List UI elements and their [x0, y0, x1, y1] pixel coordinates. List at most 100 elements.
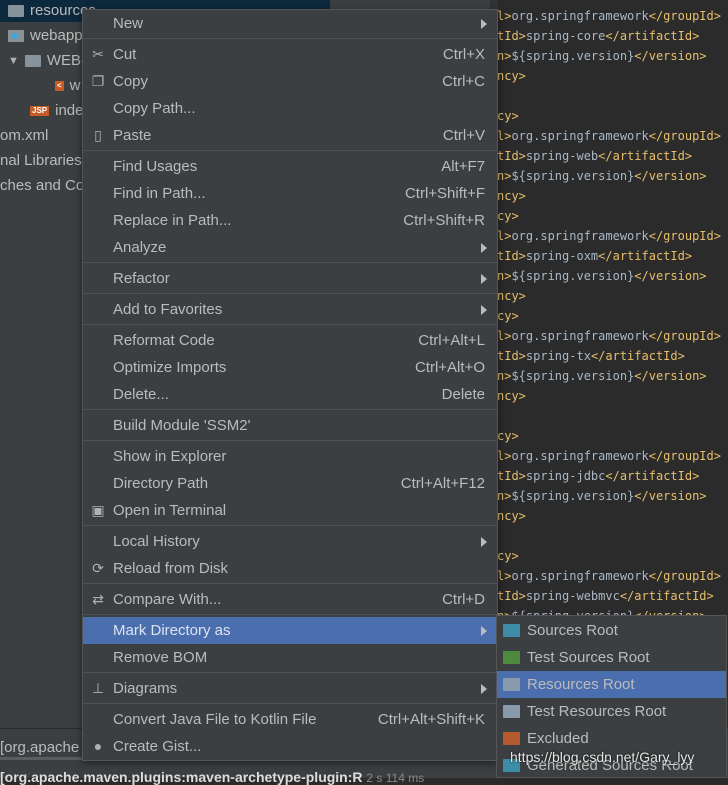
code-line: tId>spring-oxm</artifactId>: [498, 249, 693, 263]
context-menu: New ✂ Cut Ctrl+X ❐ Copy Ctrl+C Copy Path... ▯ Pas…: [82, 9, 498, 761]
compare-icon: ⇄: [92, 591, 104, 607]
code-line: n>${spring.version}</version>: [498, 169, 707, 183]
menu-item-label: Directory Path: [113, 475, 209, 492]
menu-item-label: Reformat Code: [113, 332, 215, 349]
menu-item-delete[interactable]: Delete... Delete: [83, 381, 497, 408]
menu-item-local-history[interactable]: Local History: [83, 528, 497, 555]
tree-item-label: inde: [55, 102, 84, 119]
code-line: cy>: [498, 309, 519, 323]
submenu-item-label: Test Resources Root: [527, 703, 667, 720]
folder-icon: [503, 705, 520, 718]
menu-item-mark-directory-as[interactable]: Mark Directory as: [83, 617, 497, 644]
code-line: cy>: [498, 209, 519, 223]
menu-item-label: Create Gist...: [113, 738, 202, 755]
menu-item-label: Mark Directory as: [113, 622, 231, 639]
menu-item-label: Reload from Disk: [113, 560, 229, 577]
shortcut: Ctrl+X: [442, 46, 485, 63]
tree-item-webapp[interactable]: webapp: [8, 25, 83, 47]
code-line: tId>spring-web</artifactId>: [498, 149, 693, 163]
code-line: n>${spring.version}</version>: [498, 269, 707, 283]
tree-item-om-xml[interactable]: om.xml: [0, 125, 48, 147]
menu-item-reformat-code[interactable]: Reformat Code Ctrl+Alt+L: [83, 327, 497, 354]
submenu-item-sources-root[interactable]: Sources Root: [497, 617, 726, 644]
folder-icon: [503, 651, 520, 664]
menu-item-find-in-path[interactable]: Find in Path... Ctrl+Shift+F: [83, 180, 497, 207]
submenu-arrow-icon: [481, 243, 487, 253]
menu-item-label: Build Module 'SSM2': [113, 417, 251, 434]
submenu-arrow-icon: [481, 537, 487, 547]
submenu-item-label: Resources Root: [527, 676, 635, 693]
shortcut: Ctrl+Shift+F: [404, 185, 485, 202]
code-line: ncy>: [498, 289, 526, 303]
submenu-item-label: Test Sources Root: [527, 649, 650, 666]
tree-item-label: w: [69, 77, 81, 94]
code-line: cy>: [498, 109, 519, 123]
github-icon: ●: [93, 738, 103, 754]
menu-item-label: Diagrams: [113, 680, 178, 697]
folder-icon: [503, 732, 520, 745]
folder-icon: [24, 55, 41, 67]
menu-item-label: Refactor: [113, 270, 170, 287]
tree-item-ches-and-co[interactable]: ches and Co: [0, 175, 84, 197]
code-line: l>org.springframework</groupId>: [498, 129, 721, 143]
code-line: ncy>: [498, 509, 526, 523]
menu-item-label: Replace in Path...: [113, 212, 232, 229]
menu-item-analyze[interactable]: Analyze: [83, 234, 497, 261]
run-output-line: [org.apache: [0, 739, 80, 756]
menu-item-refactor[interactable]: Refactor: [83, 265, 497, 292]
submenu-item-label: Excluded: [527, 730, 589, 747]
folder-icon: [503, 624, 520, 637]
code-line: ncy>: [498, 389, 526, 403]
tree-item-nal-libraries[interactable]: nal Libraries: [0, 150, 82, 172]
menu-item-convert-java-file-to-kotlin-file[interactable]: Convert Java File to Kotlin File Ctrl+Alt…: [83, 706, 497, 733]
menu-item-show-in-explorer[interactable]: Show in Explorer: [83, 443, 497, 470]
code-line: l>org.springframework</groupId>: [498, 329, 721, 343]
menu-item-paste[interactable]: ▯ Paste Ctrl+V: [83, 122, 497, 149]
code-line: tId>spring-core</artifactId>: [498, 29, 700, 43]
menu-item-add-to-favorites[interactable]: Add to Favorites: [83, 296, 497, 323]
submenu-item-test-sources-root[interactable]: Test Sources Root: [497, 644, 726, 671]
tree-item-inde[interactable]: JSP inde: [30, 100, 83, 122]
code-line: n>${spring.version}</version>: [498, 369, 707, 383]
menu-item-replace-in-path[interactable]: Replace in Path... Ctrl+Shift+R: [83, 207, 497, 234]
menu-item-cut[interactable]: ✂ Cut Ctrl+X: [83, 41, 497, 68]
code-line: tId>spring-jdbc</artifactId>: [498, 469, 700, 483]
shortcut: Ctrl+D: [442, 591, 485, 608]
shortcut: Ctrl+Shift+R: [403, 212, 485, 229]
submenu-arrow-icon: [481, 305, 487, 315]
tree-item-label: webapp: [30, 27, 83, 44]
menu-item-label: Compare With...: [113, 591, 222, 608]
scissors-icon: ✂: [92, 46, 104, 62]
expand-arrow-icon[interactable]: ▼: [8, 50, 19, 72]
menu-item-create-gist[interactable]: ● Create Gist...: [83, 733, 497, 760]
code-line: l>org.springframework</groupId>: [498, 569, 721, 583]
tree-item-label: ches and Co: [0, 177, 85, 194]
menu-item-build-module-ssm2[interactable]: Build Module 'SSM2': [83, 412, 497, 439]
code-line: ncy>: [498, 69, 526, 83]
shortcut: Ctrl+Alt+L: [418, 332, 485, 349]
code-line: ncy>: [498, 189, 526, 203]
menu-item-copy-path[interactable]: Copy Path...: [83, 95, 497, 122]
menu-item-optimize-imports[interactable]: Optimize Imports Ctrl+Alt+O: [83, 354, 497, 381]
submenu-item-excluded[interactable]: Excluded: [497, 725, 726, 752]
run-task-line: [org.apache.maven.plugins:maven-archetyp…: [0, 769, 425, 785]
tree-item-label: nal Libraries: [0, 152, 82, 169]
menu-item-open-in-terminal[interactable]: ▣ Open in Terminal: [83, 497, 497, 524]
menu-item-diagrams[interactable]: ⊥ Diagrams: [83, 675, 497, 702]
tree-item-w[interactable]: < w: [55, 75, 81, 97]
menu-item-remove-bom[interactable]: Remove BOM: [83, 644, 497, 671]
menu-item-find-usages[interactable]: Find Usages Alt+F7: [83, 153, 497, 180]
menu-item-compare-with[interactable]: ⇄ Compare With... Ctrl+D: [83, 586, 497, 613]
menu-item-directory-path[interactable]: Directory Path Ctrl+Alt+F12: [83, 470, 497, 497]
submenu-item-test-resources-root[interactable]: Test Resources Root: [497, 698, 726, 725]
code-line: tId>spring-webmvc</artifactId>: [498, 589, 714, 603]
submenu-item-resources-root[interactable]: Resources Root: [497, 671, 726, 698]
shortcut: Ctrl+Alt+F12: [400, 475, 485, 492]
code-line: l>org.springframework</groupId>: [498, 229, 721, 243]
menu-item-label: Find Usages: [113, 158, 198, 175]
menu-item-reload-from-disk[interactable]: ⟳ Reload from Disk: [83, 555, 497, 582]
menu-item-copy[interactable]: ❐ Copy Ctrl+C: [83, 68, 497, 95]
menu-item-new[interactable]: New: [83, 10, 497, 37]
menu-item-label: Paste: [113, 127, 152, 144]
menu-item-label: Analyze: [113, 239, 167, 256]
